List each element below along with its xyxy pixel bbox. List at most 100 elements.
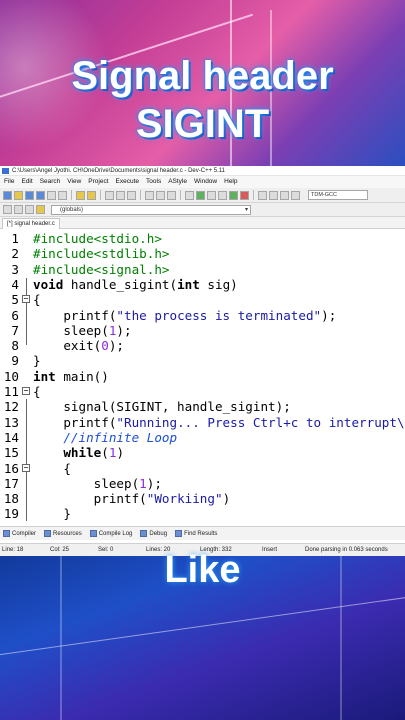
stop-icon[interactable]	[240, 190, 249, 200]
undo-icon[interactable]	[76, 190, 85, 200]
code-line[interactable]: 17 sleep(1);	[0, 476, 405, 491]
code-line[interactable]: 8 exit(0);	[0, 338, 405, 353]
line-number: 2	[11, 246, 19, 262]
code-line[interactable]: 2 #include<stdlib.h>	[0, 246, 405, 261]
compiler-select[interactable]: TDM-GCC	[308, 190, 368, 200]
find-results-icon	[175, 530, 183, 537]
open-file-icon[interactable]	[14, 190, 23, 200]
menu-astyle[interactable]: AStyle	[168, 176, 187, 188]
title-line-2: SIGINT	[135, 102, 270, 146]
chevron-down-icon: ▾	[244, 206, 248, 213]
menu-help[interactable]: Help	[224, 176, 237, 188]
line-number: 14	[3, 429, 19, 445]
code-line[interactable]: 7 sleep(1);	[0, 323, 405, 338]
bookmark-icon[interactable]	[36, 205, 45, 214]
run-icon[interactable]	[196, 190, 205, 200]
code-line[interactable]: 18 printf("Workiing")	[0, 491, 405, 506]
unindent-icon[interactable]	[167, 190, 176, 200]
line-number: 6	[11, 307, 19, 323]
fold-toggle-icon[interactable]: −	[22, 387, 30, 395]
main-toolbar: TDM-GCC	[0, 188, 405, 203]
line-number: 16	[3, 460, 19, 476]
line-number: 8	[11, 338, 19, 354]
window-titlebar: C:\Users\Angel Jyothi. CH\OneDrive\Docum…	[0, 166, 405, 176]
tab-find-results[interactable]: Find Results	[175, 530, 217, 537]
indent-icon[interactable]	[156, 190, 165, 200]
replace-icon[interactable]	[116, 190, 125, 200]
code-line[interactable]: 3 #include<signal.h>	[0, 262, 405, 277]
code-text: printf("Workiing")	[33, 491, 231, 507]
compiler-icon	[3, 530, 10, 537]
print-icon[interactable]	[58, 190, 67, 200]
fold-toggle-icon[interactable]: −	[22, 463, 30, 472]
code-line[interactable]: 19 }	[0, 506, 405, 521]
devcpp-app-icon	[2, 168, 9, 174]
code-text: signal(SIGINT, handle_sigint);	[33, 399, 291, 415]
file-tab[interactable]: [*] signal header.c	[2, 218, 60, 229]
new-file-icon[interactable]	[3, 190, 12, 200]
check-icon[interactable]	[229, 190, 238, 200]
menu-project[interactable]: Project	[88, 176, 108, 188]
goto-icon[interactable]	[127, 190, 136, 200]
save-icon[interactable]	[25, 190, 34, 200]
find-icon[interactable]	[105, 190, 114, 200]
redo-icon[interactable]	[87, 190, 96, 200]
code-text: {	[33, 292, 41, 308]
code-line[interactable]: 14 //infinite Loop	[0, 430, 405, 445]
menu-bar: File Edit Search View Project Execute To…	[0, 176, 405, 188]
remove-icon[interactable]	[25, 205, 34, 214]
compile-icon[interactable]	[185, 190, 194, 200]
code-line[interactable]: 12 signal(SIGINT, handle_sigint);	[0, 399, 405, 414]
code-line[interactable]: 4 void handle_sigint(int sig)	[0, 277, 405, 292]
save-all-icon[interactable]	[36, 190, 45, 200]
rebuild-icon[interactable]	[218, 190, 227, 200]
menu-search[interactable]: Search	[40, 176, 61, 188]
close-file-icon[interactable]	[47, 190, 56, 200]
new-project-icon[interactable]	[145, 190, 154, 200]
options-icon[interactable]	[280, 190, 289, 200]
code-line[interactable]: 1 #include<stdio.h>	[0, 231, 405, 246]
about-icon[interactable]	[291, 190, 300, 200]
tab-compile-log[interactable]: Compile Log	[89, 530, 132, 537]
menu-view[interactable]: View	[67, 176, 81, 188]
class-icon[interactable]	[269, 190, 278, 200]
line-number: 9	[11, 353, 19, 369]
tab-compiler[interactable]: Compiler	[3, 530, 36, 537]
fold-toggle-icon[interactable]: −	[22, 295, 30, 304]
code-text: {	[33, 384, 41, 399]
code-editor[interactable]: 1 #include<stdio.h> 2 #include<stdlib.h> 3 #i…	[0, 229, 405, 521]
line-number: 1	[11, 231, 19, 246]
line-number: 15	[3, 445, 19, 461]
code-line[interactable]: 16− {	[0, 461, 405, 476]
code-line[interactable]: 9}	[0, 353, 405, 368]
menu-window[interactable]: Window	[194, 176, 217, 188]
code-line[interactable]: 15 while(1)	[0, 445, 405, 460]
line-number: 11	[3, 384, 19, 399]
tab-resources[interactable]: Resources	[44, 530, 82, 537]
compile-log-icon	[89, 530, 97, 537]
scope-select[interactable]: (globals) ▾	[51, 204, 251, 215]
window-title: C:\Users\Angel Jyothi. CH\OneDrive\Docum…	[12, 168, 225, 174]
code-text: #include<signal.h>	[33, 261, 170, 277]
title-line-1: Signal header	[71, 54, 334, 98]
resources-icon	[44, 530, 52, 537]
code-line[interactable]: 6 printf("the process is terminated");	[0, 308, 405, 323]
code-line[interactable]: 13 printf("Running... Press Ctrl+c to in…	[0, 415, 405, 430]
menu-tools[interactable]: Tools	[146, 176, 161, 188]
code-line[interactable]: 5−{	[0, 292, 405, 307]
add-icon[interactable]	[14, 205, 23, 214]
code-text: exit(0);	[33, 338, 125, 354]
tab-debug[interactable]: Debug	[140, 530, 167, 537]
overlay-title: Signal header SIGINT	[0, 52, 405, 148]
menu-edit[interactable]: Edit	[21, 176, 32, 188]
menu-execute[interactable]: Execute	[116, 176, 140, 188]
line-number: 3	[11, 261, 19, 277]
menu-file[interactable]: File	[4, 176, 14, 188]
code-line[interactable]: 10 int main()	[0, 369, 405, 384]
project-icon[interactable]	[3, 205, 12, 214]
compile-run-icon[interactable]	[207, 190, 216, 200]
chart-icon[interactable]	[258, 190, 267, 200]
line-number: 5	[11, 292, 19, 308]
overlay-like-text: Like	[164, 549, 241, 591]
code-line[interactable]: 11−{	[0, 384, 405, 399]
